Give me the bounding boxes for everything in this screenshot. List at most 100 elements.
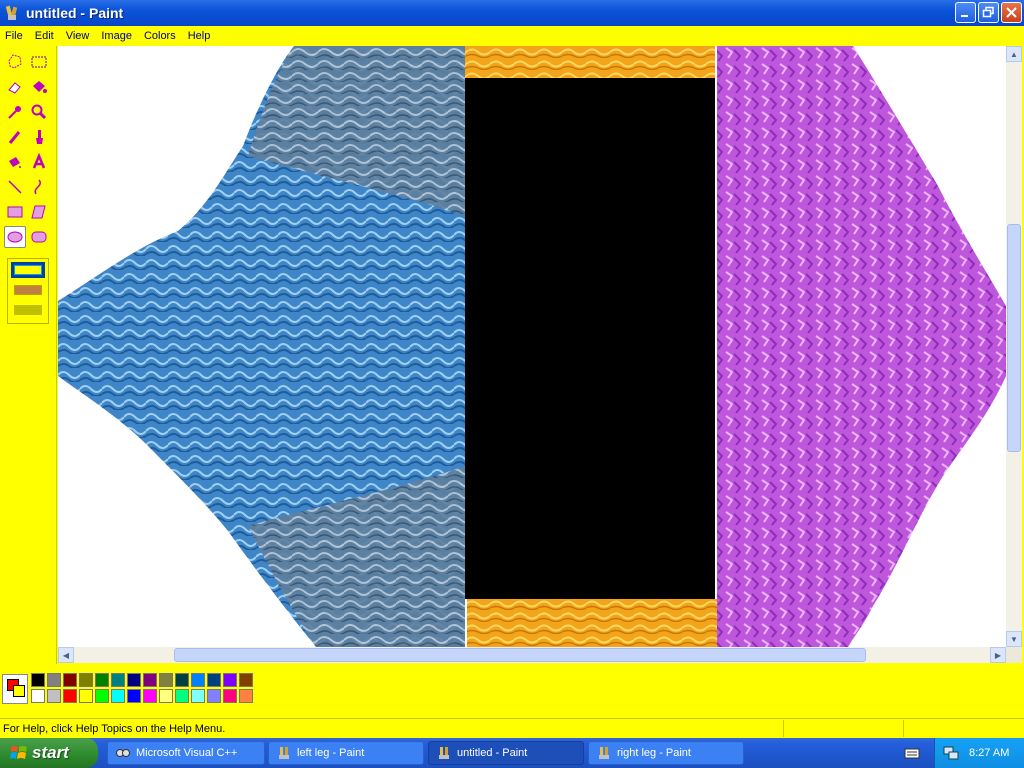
menu-colors[interactable]: Colors <box>138 30 182 42</box>
palette-swatch[interactable] <box>191 673 205 687</box>
menu-image[interactable]: Image <box>95 30 138 42</box>
horizontal-scroll-thumb[interactable] <box>174 648 866 662</box>
palette-swatch[interactable] <box>63 689 77 703</box>
rectangle-select-tool[interactable] <box>28 51 50 73</box>
minimize-button[interactable] <box>955 2 976 23</box>
window-title: untitled - Paint <box>26 5 124 21</box>
vertical-scrollbar[interactable]: ▲ ▼ <box>1006 46 1022 647</box>
drawing-canvas[interactable] <box>58 46 1006 647</box>
line-tool[interactable] <box>4 176 26 198</box>
title-bar[interactable]: untitled - Paint <box>0 0 1024 26</box>
rectangle-tool[interactable] <box>4 201 26 223</box>
palette-swatch[interactable] <box>95 689 109 703</box>
visual-cpp-icon <box>116 749 130 757</box>
restore-button[interactable] <box>978 2 999 23</box>
menu-file[interactable]: File <box>0 30 29 42</box>
curve-tool[interactable] <box>28 176 50 198</box>
task-right-leg-paint[interactable]: right leg - Paint <box>588 741 744 765</box>
airbrush-icon <box>9 157 21 168</box>
task-left-leg-paint[interactable]: left leg - Paint <box>268 741 424 765</box>
rounded-rectangle-tool[interactable] <box>28 226 50 248</box>
palette-swatch[interactable] <box>111 689 125 703</box>
ellipse-icon <box>7 231 23 243</box>
menu-view[interactable]: View <box>60 30 96 42</box>
rectangle-icon <box>7 206 23 218</box>
palette-swatch[interactable] <box>63 673 77 687</box>
palette-swatch[interactable] <box>223 689 237 703</box>
palette-swatch[interactable] <box>239 673 253 687</box>
palette-swatch[interactable] <box>143 689 157 703</box>
palette-swatch[interactable] <box>239 689 253 703</box>
canvas-image <box>58 46 1006 647</box>
palette-swatch[interactable] <box>47 673 61 687</box>
toolbox <box>0 46 57 664</box>
fill-option-outline-fill[interactable] <box>14 285 42 295</box>
palette-swatch[interactable] <box>127 673 141 687</box>
palette-swatch[interactable] <box>95 673 109 687</box>
current-colors <box>2 674 28 704</box>
rounded-rectangle-icon <box>31 231 47 243</box>
airbrush-tool[interactable] <box>4 151 26 173</box>
text-tool[interactable] <box>28 151 50 173</box>
palette-swatch[interactable] <box>175 673 189 687</box>
palette-swatch[interactable] <box>159 689 173 703</box>
palette-swatch[interactable] <box>223 673 237 687</box>
tool-options-panel <box>7 258 49 324</box>
curve-icon <box>34 179 41 195</box>
ellipse-tool[interactable] <box>4 226 26 248</box>
palette-swatch[interactable] <box>207 673 221 687</box>
palette-swatch[interactable] <box>79 673 93 687</box>
fill-bucket-tool[interactable] <box>28 76 50 98</box>
paint-app-icon <box>5 5 18 20</box>
palette-swatch[interactable] <box>47 689 61 703</box>
task-untitled-paint[interactable]: untitled - Paint <box>428 741 584 765</box>
text-icon <box>32 153 46 169</box>
menu-help[interactable]: Help <box>182 30 217 42</box>
palette-swatch[interactable] <box>159 673 173 687</box>
scroll-left-arrow-icon[interactable]: ◀ <box>58 647 74 663</box>
task-label: untitled - Paint <box>457 747 528 759</box>
palette-swatch[interactable] <box>175 689 189 703</box>
pencil-tool[interactable] <box>4 126 26 148</box>
palette-swatch[interactable] <box>111 673 125 687</box>
close-button[interactable] <box>1001 2 1022 23</box>
menu-edit[interactable]: Edit <box>29 30 60 42</box>
palette-swatch[interactable] <box>207 689 221 703</box>
palette-swatch[interactable] <box>143 673 157 687</box>
start-label: start <box>32 743 69 762</box>
status-pane-size <box>903 720 1024 737</box>
line-icon <box>8 180 22 194</box>
clock[interactable]: 8:27 AM <box>969 747 1009 759</box>
paint-app-icon <box>279 747 289 759</box>
brush-tool[interactable] <box>28 126 50 148</box>
polygon-tool[interactable] <box>28 201 50 223</box>
free-form-select-icon <box>8 54 22 69</box>
free-form-select-tool[interactable] <box>4 51 26 73</box>
task-label: Microsoft Visual C++ <box>136 747 238 759</box>
task-label: left leg - Paint <box>297 747 365 759</box>
network-icon[interactable] <box>943 745 959 761</box>
status-pane-position <box>783 720 903 737</box>
start-button[interactable]: start <box>0 738 98 768</box>
vertical-scroll-thumb[interactable] <box>1007 224 1021 452</box>
palette-swatch[interactable] <box>31 673 45 687</box>
restore-icon <box>982 6 994 18</box>
fill-option-fill[interactable] <box>14 305 42 315</box>
scroll-up-arrow-icon[interactable]: ▲ <box>1006 46 1022 62</box>
scroll-down-arrow-icon[interactable]: ▼ <box>1006 631 1022 647</box>
polygon-icon <box>31 205 46 219</box>
palette-swatch[interactable] <box>79 689 93 703</box>
scrollbar-corner <box>1006 647 1022 663</box>
task-visual-cpp[interactable]: Microsoft Visual C++ <box>107 741 265 765</box>
scroll-right-arrow-icon[interactable]: ▶ <box>990 647 1006 663</box>
palette-swatch[interactable] <box>127 689 141 703</box>
pick-color-tool[interactable] <box>4 101 26 123</box>
fill-option-outline[interactable] <box>11 262 45 278</box>
eraser-tool[interactable] <box>4 76 26 98</box>
magnifier-tool[interactable] <box>28 101 50 123</box>
keyboard-icon[interactable] <box>904 746 920 760</box>
palette-swatch[interactable] <box>31 689 45 703</box>
eraser-icon <box>8 82 21 94</box>
palette-swatch[interactable] <box>191 689 205 703</box>
horizontal-scrollbar[interactable]: ◀ ▶ <box>58 647 1006 663</box>
